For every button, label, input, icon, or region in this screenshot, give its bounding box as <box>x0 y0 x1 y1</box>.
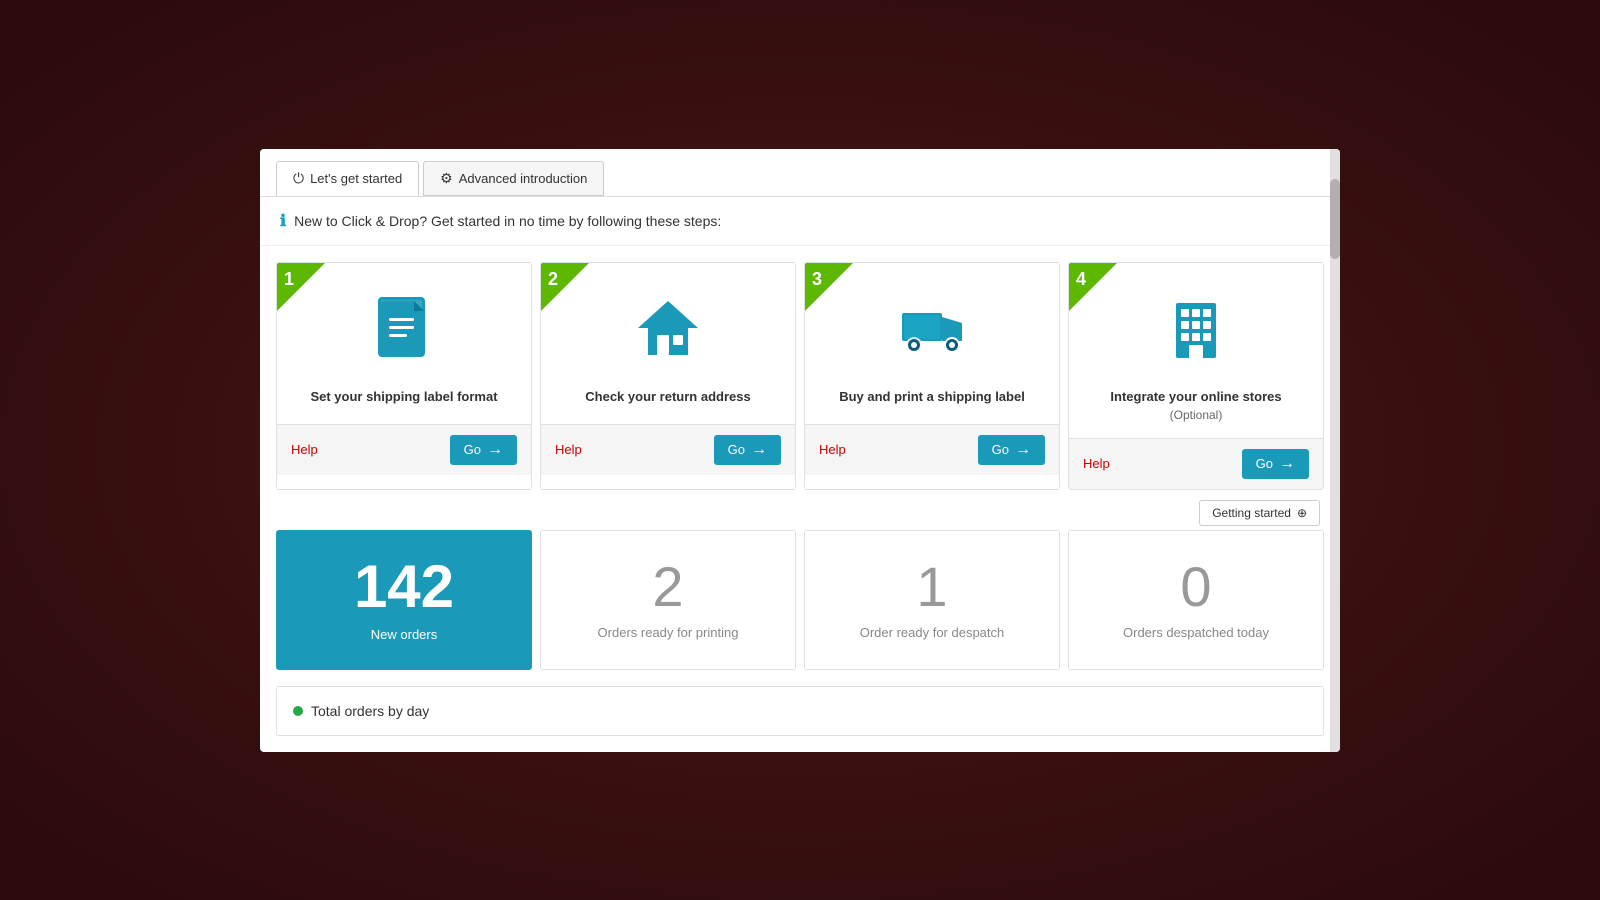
getting-started-label: Getting started <box>1212 506 1291 520</box>
stat-label-ready-despatch: Order ready for despatch <box>860 625 1005 640</box>
step-go-btn-1[interactable]: Go → <box>450 435 517 465</box>
step-help-4[interactable]: Help <box>1083 456 1110 471</box>
steps-section: 1 Set you <box>260 246 1340 490</box>
main-container: ⏻ Let's get started ⚙ Advanced introduct… <box>260 149 1340 752</box>
step-number-3: 3 <box>812 269 822 290</box>
stat-value-ready-printing: 2 <box>652 559 683 615</box>
getting-started-button[interactable]: Getting started ⊕ <box>1199 500 1320 526</box>
tabs-bar: ⏻ Let's get started ⚙ Advanced introduct… <box>260 149 1340 197</box>
getting-started-wrap: Getting started ⊕ <box>260 490 1340 530</box>
step-number-2: 2 <box>548 269 558 290</box>
step-title-3: Buy and print a shipping label <box>839 389 1025 404</box>
step-help-3[interactable]: Help <box>819 442 846 457</box>
info-text: New to Click & Drop? Get started in no t… <box>294 213 721 229</box>
gear-icon: ⚙ <box>440 170 453 187</box>
go-label-2: Go <box>728 442 745 457</box>
tab-advanced-label: Advanced introduction <box>459 171 588 186</box>
step-title-1: Set your shipping label format <box>310 389 497 404</box>
stats-section: 142 New orders 2 Orders ready for printi… <box>260 530 1340 686</box>
building-icon <box>1161 293 1231 373</box>
stat-label-new-orders: New orders <box>371 627 437 642</box>
step-number-1: 1 <box>284 269 294 290</box>
go-arrow-1: → <box>487 441 503 459</box>
step-body-1: 1 Set you <box>277 263 531 424</box>
step-help-1[interactable]: Help <box>291 442 318 457</box>
step-card-3: 3 Buy and print a shipping label Help <box>804 262 1060 490</box>
step-go-btn-4[interactable]: Go → <box>1242 449 1309 479</box>
tab-get-started-label: Let's get started <box>310 171 402 186</box>
stat-label-ready-printing: Orders ready for printing <box>598 625 739 640</box>
house-icon <box>633 293 703 373</box>
chart-header: Total orders by day <box>293 703 1307 719</box>
step-card-1: 1 Set you <box>276 262 532 490</box>
scrollbar-thumb[interactable] <box>1330 179 1340 259</box>
stat-label-despatched-today: Orders despatched today <box>1123 625 1269 640</box>
step-card-2: 2 Check your return address Help Go → <box>540 262 796 490</box>
chart-title: Total orders by day <box>311 703 429 719</box>
chart-section: Total orders by day <box>276 686 1324 736</box>
step-subtitle-4: (Optional) <box>1170 408 1223 422</box>
chart-dot <box>293 706 303 716</box>
step-footer-2: Help Go → <box>541 424 795 475</box>
tab-advanced[interactable]: ⚙ Advanced introduction <box>423 161 604 196</box>
step-help-2[interactable]: Help <box>555 442 582 457</box>
step-body-4: 4 Integra <box>1069 263 1323 438</box>
scrollbar[interactable] <box>1330 149 1340 752</box>
step-footer-4: Help Go → <box>1069 438 1323 489</box>
step-body-3: 3 Buy and print a shipping label <box>805 263 1059 424</box>
power-icon: ⏻ <box>293 170 304 187</box>
stat-card-ready-printing[interactable]: 2 Orders ready for printing <box>540 530 796 670</box>
go-label-1: Go <box>464 442 481 457</box>
step-body-2: 2 Check your return address <box>541 263 795 424</box>
go-arrow-3: → <box>1015 441 1031 459</box>
tab-get-started[interactable]: ⏻ Let's get started <box>276 161 419 196</box>
stat-card-ready-despatch[interactable]: 1 Order ready for despatch <box>804 530 1060 670</box>
step-title-2: Check your return address <box>585 389 750 404</box>
step-go-btn-3[interactable]: Go → <box>978 435 1045 465</box>
step-number-4: 4 <box>1076 269 1086 290</box>
stat-value-despatched-today: 0 <box>1180 559 1211 615</box>
getting-started-icon: ⊕ <box>1297 506 1307 520</box>
info-icon: ℹ <box>280 211 286 231</box>
go-arrow-4: → <box>1279 455 1295 473</box>
go-label-3: Go <box>992 442 1009 457</box>
step-footer-3: Help Go → <box>805 424 1059 475</box>
stat-card-despatched-today[interactable]: 0 Orders despatched today <box>1068 530 1324 670</box>
truck-icon <box>897 293 967 373</box>
info-bar: ℹ New to Click & Drop? Get started in no… <box>260 197 1340 246</box>
stat-value-new-orders: 142 <box>354 557 454 617</box>
step-footer-1: Help Go → <box>277 424 531 475</box>
step-card-4: 4 Integra <box>1068 262 1324 490</box>
stat-card-new-orders[interactable]: 142 New orders <box>276 530 532 670</box>
go-arrow-2: → <box>751 441 767 459</box>
stat-value-ready-despatch: 1 <box>916 559 947 615</box>
document-icon <box>369 293 439 373</box>
go-label-4: Go <box>1256 456 1273 471</box>
step-go-btn-2[interactable]: Go → <box>714 435 781 465</box>
step-title-4: Integrate your online stores <box>1110 389 1281 404</box>
